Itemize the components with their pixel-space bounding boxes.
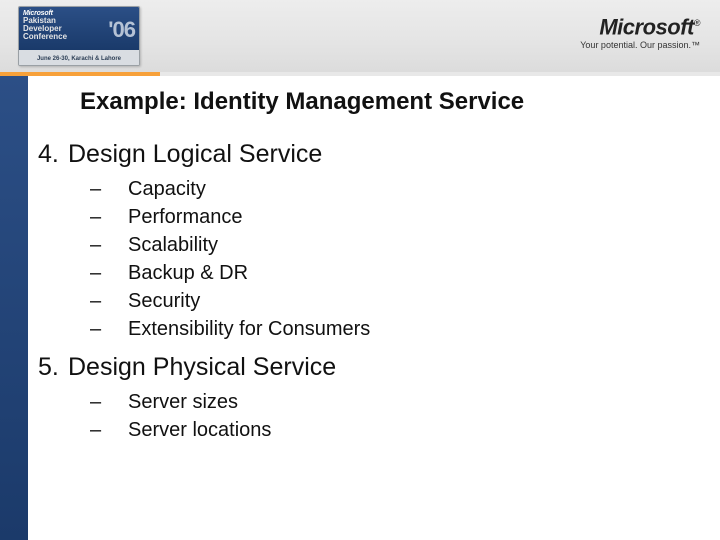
dash-icon: – xyxy=(90,231,128,259)
section-4-heading: 4.Design Logical Service xyxy=(38,140,710,169)
badge-year: '06 xyxy=(108,17,135,43)
list-item: –Performance xyxy=(90,203,710,231)
dash-icon: – xyxy=(90,388,128,416)
badge-top: Microsoft Pakistan Developer Conference … xyxy=(19,7,139,50)
dash-icon: – xyxy=(90,175,128,203)
section-4-number: 4. xyxy=(38,140,68,169)
list-item: –Server locations xyxy=(90,416,710,444)
badge-dateplace: June 26-30, Karachi & Lahore xyxy=(19,50,139,66)
content-area: Example: Identity Management Service 4.D… xyxy=(36,88,710,530)
dash-icon: – xyxy=(90,259,128,287)
list-item: –Capacity xyxy=(90,175,710,203)
microsoft-logo: Microsoft® xyxy=(580,12,700,38)
bullet-text: Security xyxy=(128,290,200,312)
slide: Microsoft Pakistan Developer Conference … xyxy=(0,0,720,540)
microsoft-logo-block: Microsoft® Your potential. Our passion.™ xyxy=(580,12,700,50)
section-5-bullets: –Server sizes –Server locations xyxy=(90,388,710,444)
bullet-text: Capacity xyxy=(128,178,206,200)
slide-title: Example: Identity Management Service xyxy=(80,88,710,116)
section-5-text: Design Physical Service xyxy=(68,353,336,381)
bullet-text: Server sizes xyxy=(128,391,238,413)
section-5: 5.Design Physical Service –Server sizes … xyxy=(38,353,710,444)
left-accent-bar xyxy=(0,76,28,540)
header-band: Microsoft Pakistan Developer Conference … xyxy=(0,0,720,73)
list-item: –Scalability xyxy=(90,231,710,259)
list-item: –Security xyxy=(90,287,710,315)
section-5-number: 5. xyxy=(38,353,68,382)
section-4-text: Design Logical Service xyxy=(68,140,322,168)
registered-icon: ® xyxy=(694,18,700,28)
list-item: –Server sizes xyxy=(90,388,710,416)
section-4-bullets: –Capacity –Performance –Scalability –Bac… xyxy=(90,175,710,343)
dash-icon: – xyxy=(90,416,128,444)
section-4: 4.Design Logical Service –Capacity –Perf… xyxy=(38,140,710,343)
conference-badge: Microsoft Pakistan Developer Conference … xyxy=(18,6,140,66)
microsoft-tagline: Your potential. Our passion.™ xyxy=(580,40,700,50)
bullet-text: Performance xyxy=(128,206,243,228)
microsoft-logo-text: Microsoft xyxy=(599,14,694,39)
dash-icon: – xyxy=(90,203,128,231)
bullet-text: Server locations xyxy=(128,419,271,441)
bullet-text: Backup & DR xyxy=(128,262,248,284)
dash-icon: – xyxy=(90,287,128,315)
section-5-heading: 5.Design Physical Service xyxy=(38,353,710,382)
list-item: –Backup & DR xyxy=(90,259,710,287)
accent-stripe xyxy=(0,72,720,76)
bullet-text: Scalability xyxy=(128,234,218,256)
bullet-text: Extensibility for Consumers xyxy=(128,318,370,340)
list-item: –Extensibility for Consumers xyxy=(90,315,710,343)
dash-icon: – xyxy=(90,315,128,343)
